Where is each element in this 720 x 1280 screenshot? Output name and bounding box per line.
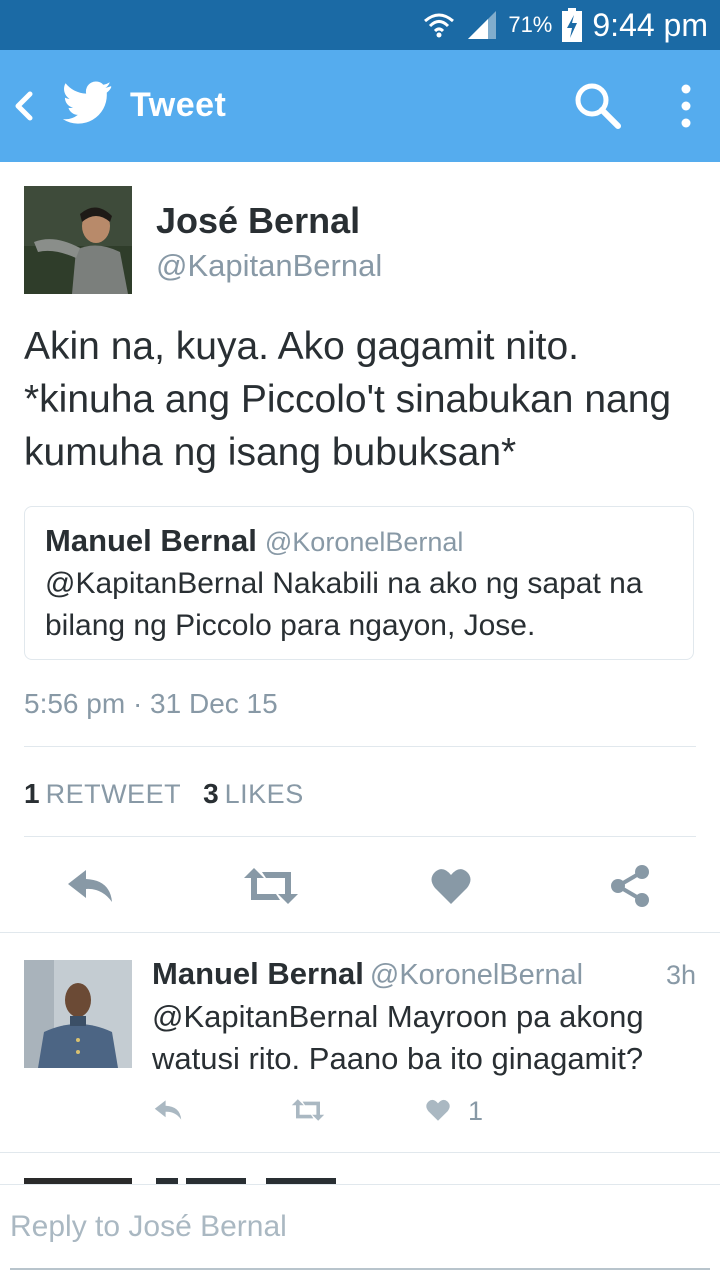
battery-charging-icon	[562, 8, 583, 42]
avatar-image	[24, 186, 132, 294]
reply-input-underline	[10, 1268, 710, 1270]
reply-header: Manuel Bernal @KoronelBernal	[152, 956, 583, 992]
avatar[interactable]	[24, 186, 132, 294]
reply-icon[interactable]	[66, 866, 114, 906]
app-bar: Tweet	[0, 50, 720, 162]
author-name[interactable]: José Bernal	[156, 200, 360, 242]
reply-reply-icon[interactable]	[152, 1098, 184, 1122]
reply-text: @KapitanBernal Mayroon pa akong watusi r…	[152, 999, 644, 1076]
quoted-author-name: Manuel Bernal	[45, 523, 257, 558]
divider	[0, 932, 720, 933]
author-handle[interactable]: @KapitanBernal	[156, 248, 382, 284]
likes-stat[interactable]: 3 LIKES	[203, 778, 304, 809]
reply-like-count: 1	[468, 1096, 484, 1126]
reply-author-name[interactable]: Manuel Bernal	[152, 956, 364, 991]
reply-avatar[interactable]	[24, 960, 132, 1068]
battery-percent: 71%	[508, 12, 553, 37]
more-vert-icon[interactable]	[672, 80, 700, 132]
tweet-timestamp: 5:56 pm · 31 Dec 15	[24, 688, 278, 719]
page-title: Tweet	[130, 86, 227, 124]
signal-icon	[468, 11, 497, 39]
reply-like-icon[interactable]	[425, 1098, 451, 1122]
clock: 9:44 pm	[592, 6, 708, 43]
quoted-tweet-header: Manuel Bernal @KoronelBernal	[45, 523, 463, 559]
engagement-stats: 1 RETWEET 3 LIKES	[24, 778, 304, 810]
search-icon[interactable]	[572, 80, 624, 132]
reply-avatar-image	[24, 960, 132, 1068]
retweet-label: RETWEET	[45, 779, 182, 809]
quoted-tweet-text: @KapitanBernal Nakabili na ako ng sapat …	[45, 567, 643, 642]
retweet-stat[interactable]: 1 RETWEET	[24, 778, 182, 809]
back-icon[interactable]	[12, 84, 36, 128]
wifi-icon	[424, 13, 455, 38]
status-bar: 71% 9:44 pm	[0, 0, 720, 50]
reply-retweet-icon[interactable]	[290, 1098, 326, 1122]
quoted-author-handle: @KoronelBernal	[264, 527, 464, 557]
reply-input[interactable]	[10, 1203, 710, 1251]
share-icon[interactable]	[608, 864, 652, 908]
divider	[24, 746, 696, 747]
like-count: 3	[203, 778, 219, 809]
compose-bar	[0, 1184, 720, 1280]
likes-label: LIKES	[224, 779, 304, 809]
retweet-icon[interactable]	[242, 866, 300, 906]
like-icon[interactable]	[430, 866, 472, 906]
twitter-bird-icon	[62, 81, 112, 124]
reply-age: 3h	[665, 960, 696, 990]
quoted-tweet[interactable]: Manuel Bernal @KoronelBernal @KapitanBern…	[24, 506, 694, 660]
divider	[0, 1152, 720, 1153]
reply-author-handle[interactable]: @KoronelBernal	[370, 959, 583, 991]
divider	[24, 836, 696, 837]
tweet-text: Akin na, kuya. Ako gagamit nito. *kinuha…	[24, 325, 672, 474]
retweet-count: 1	[24, 778, 40, 809]
